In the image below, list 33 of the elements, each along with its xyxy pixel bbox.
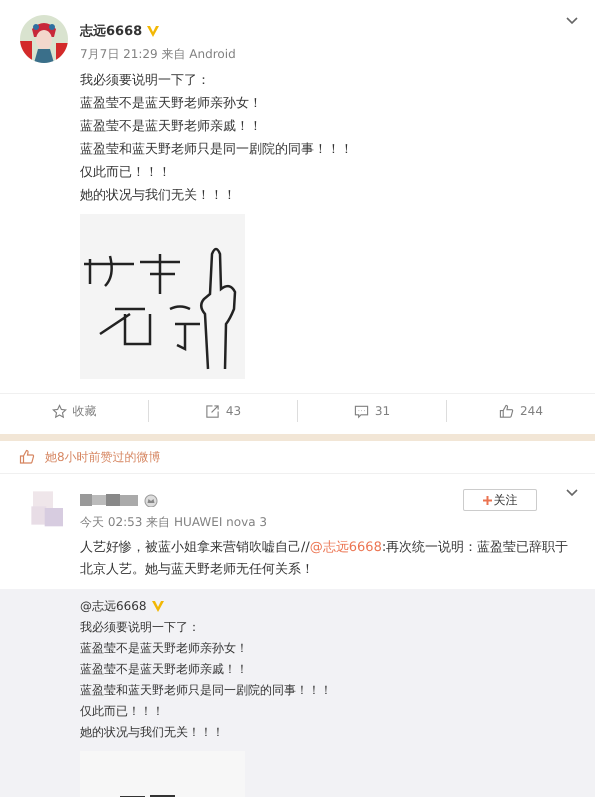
repost-button[interactable]: 43 bbox=[148, 400, 297, 422]
post-meta: 7月7日 21:29 来自 Android bbox=[80, 46, 237, 63]
follow-button[interactable]: 关注 bbox=[463, 489, 537, 511]
post-text: 她的状况与我们无关！！！ bbox=[80, 187, 237, 205]
star-icon bbox=[52, 404, 66, 418]
post-text: 蓝盈莹不是蓝天野老师亲戚！！ bbox=[80, 118, 263, 136]
avatar[interactable] bbox=[20, 15, 68, 63]
favorite-button[interactable]: 收藏 bbox=[0, 400, 148, 422]
liked-notice: 她8小时前赞过的微博 bbox=[45, 448, 161, 466]
blurred-username bbox=[80, 492, 140, 508]
post-text: 仅此而已！！！ bbox=[80, 164, 172, 182]
repost-text: 人艺好惨，被蓝小姐拿来营销吹嘘自己//@志远6668:再次统一说明：蓝盈莹已辞职于北京人艺。她与蓝天野老师无任何关系！ bbox=[80, 539, 570, 579]
comment-button[interactable]: 31 bbox=[297, 400, 446, 422]
post-text: 蓝盈莹和蓝天野老师只是同一剧院的同事！！！ bbox=[80, 141, 353, 159]
quoted-text: 仅此而已！！！ bbox=[80, 703, 165, 720]
quoted-text: 蓝盈莹不是蓝天野老师亲孙女！ bbox=[80, 640, 249, 657]
post-meta: 今天 02:53 来自 HUAWEI nova 3 bbox=[80, 514, 268, 531]
author-name[interactable]: 志远6668 bbox=[80, 22, 142, 40]
quoted-text: 她的状况与我们无关！！！ bbox=[80, 724, 225, 741]
thumbs-up-icon bbox=[19, 449, 35, 465]
quoted-text: 我必须要说明一下了： bbox=[80, 619, 201, 636]
quoted-text: 蓝盈莹不是蓝天野老师亲戚！！ bbox=[80, 661, 249, 678]
mention-link[interactable]: @志远6668 bbox=[310, 540, 382, 555]
plus-icon bbox=[482, 496, 492, 504]
crown-icon bbox=[144, 494, 158, 506]
thumbs-up-icon bbox=[499, 404, 514, 418]
comment-icon bbox=[354, 404, 369, 418]
post-text: 蓝盈莹不是蓝天野老师亲孙女！ bbox=[80, 95, 263, 113]
quoted-text: 蓝盈莹和蓝天野老师只是同一剧院的同事！！！ bbox=[80, 682, 333, 699]
original-author[interactable]: @志远6668 bbox=[80, 598, 147, 615]
like-button[interactable]: 244 bbox=[446, 400, 595, 422]
post-text: 我必须要说明一下了： bbox=[80, 72, 211, 90]
share-icon bbox=[204, 404, 220, 418]
